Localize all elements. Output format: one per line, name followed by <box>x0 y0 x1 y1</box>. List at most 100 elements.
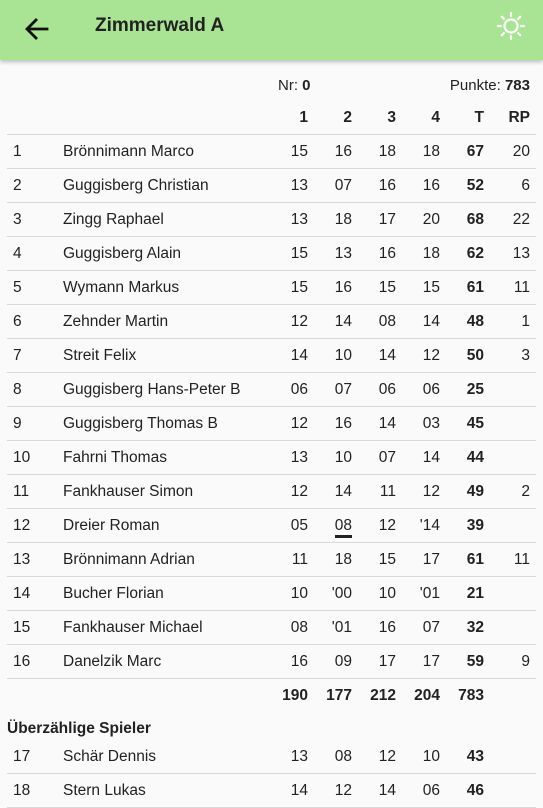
score-cell: 12 <box>396 338 440 373</box>
rp-cell <box>484 406 536 441</box>
score-cell: 12 <box>352 740 396 774</box>
totals-row: 190 177 212 204 783 <box>7 679 536 713</box>
player-rank: 16 <box>7 644 63 679</box>
score-cell: 07 <box>308 372 352 407</box>
rp-cell <box>484 576 536 611</box>
table-row[interactable]: 12 Dreier Roman 05 08 12'14 39 <box>7 508 536 543</box>
score-cell: 08 <box>308 508 352 543</box>
score-cell: 15 <box>264 270 308 305</box>
total-cell: 25 <box>440 372 484 407</box>
player-name: Streit Felix <box>63 338 264 373</box>
results-table: 1 2 3 4 T RP 1 Brönnimann Marco 15 16 18 18 67… <box>7 102 536 808</box>
player-rank: 1 <box>7 134 63 169</box>
score-cell: 07 <box>352 440 396 475</box>
total-cell: 61 <box>440 542 484 577</box>
score-cell: 11 <box>264 542 308 577</box>
table-row[interactable]: 5 Wymann Markus 15 16 15 15 61 11 <box>7 270 536 305</box>
total-cell: 45 <box>440 406 484 441</box>
player-name: Guggisberg Hans-Peter B <box>63 372 264 407</box>
score-cell: 14 <box>308 474 352 509</box>
score-cell: 17 <box>396 542 440 577</box>
rp-cell <box>484 773 536 808</box>
highlighted-score: 08 <box>334 516 352 538</box>
rp-cell <box>484 740 536 774</box>
nr-value: 0 <box>302 77 311 94</box>
player-name: Brönnimann Marco <box>63 134 264 169</box>
page-title: Zimmerwald A <box>95 15 225 36</box>
score-cell: 16 <box>308 406 352 441</box>
score-cell: '00 <box>308 576 352 611</box>
rp-cell: 11 <box>484 542 536 577</box>
score-cell: 16 <box>264 644 308 679</box>
player-rank: 17 <box>7 740 63 774</box>
table-row[interactable]: 17 Schär Dennis 13 08 12 10 43 <box>7 740 536 774</box>
header-col-1: 1 <box>264 102 308 135</box>
punkte-summary: Punkte: 783 <box>450 76 530 96</box>
player-name: Guggisberg Christian <box>63 168 264 203</box>
column-total: 212 <box>370 686 396 704</box>
table-row[interactable]: 15 Fankhauser Michael 08'01 16 07 32 <box>7 610 536 645</box>
table-row[interactable]: 10 Fahrni Thomas 13 10 07 14 44 <box>7 440 536 475</box>
score-cell: 16 <box>396 168 440 203</box>
score-cell: 15 <box>396 270 440 305</box>
score-cell: 18 <box>308 542 352 577</box>
table-row[interactable]: 2 Guggisberg Christian 13 07 16 16 52 6 <box>7 168 536 203</box>
table-row[interactable]: 4 Guggisberg Alain 15 13 16 18 62 13 <box>7 236 536 271</box>
table-row[interactable]: 11 Fankhauser Simon 12 14 11 12 49 2 <box>7 474 536 509</box>
player-rank: 2 <box>7 168 63 203</box>
column-total: 204 <box>414 686 440 704</box>
total-cell: 43 <box>440 740 484 774</box>
rp-cell: 22 <box>484 202 536 237</box>
total-cell: 46 <box>440 773 484 808</box>
arrow-left-icon[interactable] <box>22 14 52 44</box>
table-row[interactable]: 16 Danelzik Marc 16 09 17 17 59 9 <box>7 644 536 679</box>
score-cell: 14 <box>396 440 440 475</box>
nr-summary: Nr: 0 <box>278 76 311 96</box>
total-cell: 59 <box>440 644 484 679</box>
rp-cell: 13 <box>484 236 536 271</box>
table-row[interactable]: 6 Zehnder Martin 12 14 08 14 48 1 <box>7 304 536 339</box>
table-row[interactable]: 7 Streit Felix 14 10 14 12 50 3 <box>7 338 536 373</box>
sun-icon[interactable] <box>496 11 526 41</box>
player-rank: 11 <box>7 474 63 509</box>
player-name: Dreier Roman <box>63 508 264 543</box>
table-row[interactable]: 9 Guggisberg Thomas B 12 16 14 03 45 <box>7 406 536 441</box>
player-rank: 9 <box>7 406 63 441</box>
table-row[interactable]: 8 Guggisberg Hans-Peter B 06 07 06 06 25 <box>7 372 536 407</box>
score-cell: '01 <box>308 610 352 645</box>
player-name: Danelzik Marc <box>63 644 264 679</box>
table-row[interactable]: 18 Stern Lukas 14 12 14 06 46 <box>7 773 536 808</box>
score-cell: 14 <box>352 406 396 441</box>
extra-players-section: Überzählige Spieler <box>7 712 536 740</box>
table-row[interactable]: 14 Bucher Florian 10'00 10'01 21 <box>7 576 536 611</box>
score-cell: 14 <box>264 338 308 373</box>
table-row[interactable]: 3 Zingg Raphael 13 18 17 20 68 22 <box>7 202 536 237</box>
player-rank: 7 <box>7 338 63 373</box>
rp-cell <box>484 508 536 543</box>
score-cell: 10 <box>396 740 440 774</box>
score-cell: 10 <box>352 576 396 611</box>
player-name: Stern Lukas <box>63 773 264 808</box>
score-cell: 15 <box>264 236 308 271</box>
player-name: Schär Dennis <box>63 740 264 774</box>
header-name <box>63 102 264 135</box>
table-row[interactable]: 1 Brönnimann Marco 15 16 18 18 67 20 <box>7 134 536 169</box>
player-rank: 12 <box>7 508 63 543</box>
player-name: Fankhauser Simon <box>63 474 264 509</box>
score-cell: 05 <box>264 508 308 543</box>
header-col-4: 4 <box>396 102 440 135</box>
app-bar: Zimmerwald A <box>0 0 543 60</box>
rp-cell: 6 <box>484 168 536 203</box>
rp-cell: 11 <box>484 270 536 305</box>
score-cell: 18 <box>396 134 440 169</box>
score-cell: 12 <box>264 304 308 339</box>
score-cell: 03 <box>396 406 440 441</box>
player-name: Zingg Raphael <box>63 202 264 237</box>
rp-cell: 2 <box>484 474 536 509</box>
score-cell: 15 <box>352 542 396 577</box>
table-row[interactable]: 13 Brönnimann Adrian 11 18 15 17 61 11 <box>7 542 536 577</box>
player-rank: 15 <box>7 610 63 645</box>
score-cell: 07 <box>396 610 440 645</box>
total-cell: 21 <box>440 576 484 611</box>
score-cell: 06 <box>352 372 396 407</box>
